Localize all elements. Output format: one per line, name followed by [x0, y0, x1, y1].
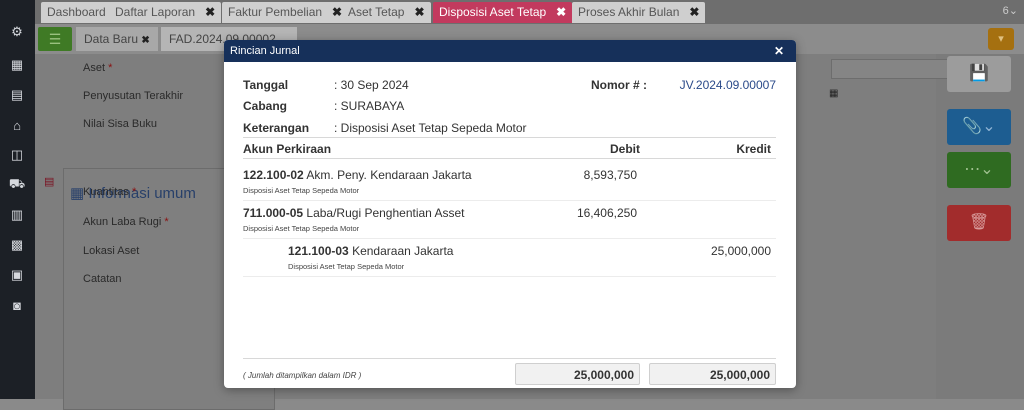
tab-aset-tetap[interactable]: Aset Tetap ✖	[342, 2, 431, 23]
left-nav-rail: ⚙ ▦ ▤ ⌂ ◫ ⛟ ▥ ▩ ▣ ◙	[0, 0, 35, 399]
column-header-debit: Debit	[610, 142, 640, 156]
debit-value: 16,406,250	[576, 206, 637, 220]
tab-proses-akhir-bulan[interactable]: Proses Akhir Bulan ✖	[572, 2, 706, 23]
tab-label: Aset Tetap	[348, 5, 405, 19]
field-label-penyusutan: Penyusutan Terakhir	[83, 90, 184, 102]
modal-header: Rincian Jurnal ✕	[224, 40, 796, 62]
account-note: Disposisi Aset Tetap Sepeda Motor	[288, 262, 405, 271]
field-label-aset: Aset *	[83, 62, 113, 74]
new-data-tab[interactable]: Data Baru ✖	[76, 27, 158, 51]
column-header-kredit: Kredit	[736, 142, 771, 156]
tanggal-label: Tanggal	[243, 78, 289, 92]
close-icon[interactable]: ✖	[556, 5, 566, 19]
modal-body: Tanggal : 30 Sep 2024 Cabang : SURABAYA …	[243, 62, 776, 388]
divider	[243, 358, 776, 359]
tab-bar: Dashboard Daftar Laporan ✖ Faktur Pembeli…	[35, 0, 1024, 25]
account-name: 122.100-02 Akm. Peny. Kendaraan Jakarta	[243, 168, 472, 182]
report-icon[interactable]: ◙	[8, 296, 26, 314]
modal-title: Rincian Jurnal	[230, 45, 300, 57]
close-icon[interactable]: ✕	[774, 40, 784, 62]
close-icon[interactable]: ✖	[414, 5, 424, 19]
building-icon[interactable]: ▦	[8, 56, 26, 74]
divider	[243, 137, 776, 138]
tab-disposisi-aset-tetap[interactable]: Disposisi Aset Tetap ✖	[433, 2, 573, 23]
save-button[interactable]: 💾	[947, 56, 1011, 92]
field-label-kuantitas: Kuantitas *	[83, 186, 137, 198]
row-divider	[243, 238, 776, 239]
document-icon: ▤	[44, 176, 55, 188]
tab-label: Faktur Pembelian	[228, 5, 323, 19]
trolley-icon[interactable]: ▥	[8, 206, 26, 224]
account-name: 711.000-05 Laba/Rugi Penghentian Asset	[243, 206, 465, 220]
field-label-catatan: Catatan	[83, 273, 122, 285]
account-note: Disposisi Aset Tetap Sepeda Motor	[243, 186, 360, 195]
more-actions-button[interactable]: ⋯⌄	[947, 152, 1011, 188]
gear-icon[interactable]: ⚙	[8, 23, 26, 41]
journal-detail-modal: Rincian Jurnal ✕ Tanggal : 30 Sep 2024 C…	[224, 40, 796, 388]
tab-label: Daftar Laporan	[115, 5, 196, 19]
account-note: Disposisi Aset Tetap Sepeda Motor	[243, 224, 360, 233]
kredit-value: 25,000,000	[710, 244, 771, 258]
journal-number[interactable]: JV.2024.09.00007	[680, 78, 776, 92]
tab-label: Dashboard	[47, 5, 106, 19]
tab-label: Proses Akhir Bulan	[578, 5, 680, 19]
row-divider	[243, 200, 776, 201]
close-icon[interactable]: ✖	[141, 35, 149, 46]
tab-faktur-pembelian[interactable]: Faktur Pembelian ✖	[222, 2, 349, 23]
close-icon[interactable]: ✖	[332, 5, 342, 19]
new-data-label: Data Baru	[84, 32, 139, 46]
row-divider	[243, 276, 776, 277]
calendar-icon[interactable]: ▦	[829, 88, 838, 99]
list-view-button[interactable]: ☰	[38, 27, 72, 51]
tab-dashboard[interactable]: Dashboard	[41, 2, 112, 23]
bank-icon[interactable]: ⌂	[8, 116, 26, 134]
column-header-akun: Akun Perkiraan	[243, 142, 332, 156]
warehouse-icon[interactable]: ▩	[8, 236, 26, 254]
cabang-value: : SURABAYA	[334, 99, 405, 113]
delete-button[interactable]: 🗑	[947, 205, 1011, 241]
account-name: 121.100-03 Kendaraan Jakarta	[288, 244, 454, 258]
divider	[243, 158, 776, 159]
attachment-button[interactable]: 📎⌄	[947, 109, 1011, 145]
bag-icon[interactable]: ◫	[8, 146, 26, 164]
document-icon[interactable]: ▣	[8, 266, 26, 284]
total-kredit: 25,000,000	[649, 363, 776, 385]
total-debit: 25,000,000	[515, 363, 640, 385]
keterangan-label: Keterangan	[243, 121, 310, 135]
tab-overflow-indicator[interactable]: 6⌄	[1003, 4, 1018, 17]
calculator-icon[interactable]: ▤	[8, 86, 26, 104]
keterangan-value: : Disposisi Aset Tetap Sepeda Motor	[334, 121, 527, 135]
nomor-label: Nomor # :	[591, 78, 648, 92]
tab-daftar-laporan[interactable]: Daftar Laporan ✖	[109, 2, 222, 23]
field-label-akun-laba-rugi: Akun Laba Rugi *	[83, 216, 169, 228]
debit-value: 8,593,750	[583, 168, 637, 182]
close-icon[interactable]: ✖	[689, 5, 699, 19]
field-label-nilai-sisa: Nilai Sisa Buku	[83, 118, 157, 130]
cart-icon[interactable]: ⛟	[8, 176, 26, 194]
settings-dropdown-button[interactable]: ▾	[988, 28, 1014, 50]
close-icon[interactable]: ✖	[205, 5, 215, 19]
currency-note: ( Jumlah ditampilkan dalam IDR )	[243, 371, 362, 380]
cabang-label: Cabang	[243, 99, 288, 113]
field-label-lokasi-aset: Lokasi Aset	[83, 245, 140, 257]
tab-label: Disposisi Aset Tetap	[439, 5, 547, 19]
tanggal-value: : 30 Sep 2024	[334, 78, 409, 92]
